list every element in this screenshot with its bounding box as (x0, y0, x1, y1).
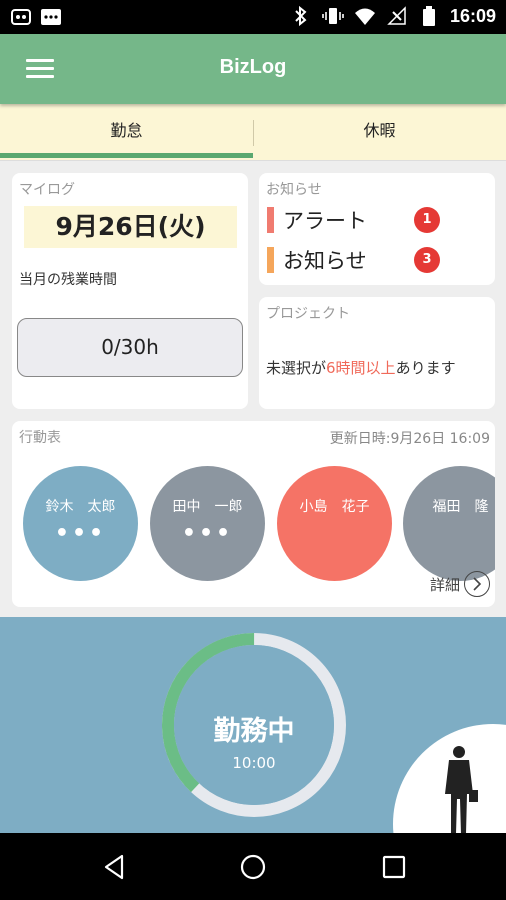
schedule-label: 行動表 (19, 430, 61, 446)
wifi-icon (354, 5, 376, 27)
schedule-updated-time: 更新日時:9月26日 16:09 (329, 431, 490, 447)
person-name: 田中 一郎 (172, 499, 243, 515)
schedule-card: 行動表 更新日時:9月26日 16:09 鈴木 太郎 ••• 田中 一郎 •••… (12, 421, 495, 607)
no-signal-icon (386, 5, 408, 27)
overtime-label: 当月の残業時間 (19, 272, 117, 288)
schedule-detail-link[interactable]: 詳細 (430, 571, 490, 597)
battery-icon (418, 5, 440, 27)
project-label: プロジェクト (266, 306, 350, 322)
businessman-icon (445, 746, 478, 833)
notice-row[interactable]: お知らせ 3 (267, 246, 440, 274)
alert-color-bar (267, 207, 274, 233)
project-card[interactable]: プロジェクト 未選択が6時間以上あります (259, 297, 495, 409)
home-icon[interactable] (235, 849, 271, 885)
project-message: 未選択が6時間以上あります (266, 357, 456, 378)
person-card[interactable]: 小島 花子 (277, 466, 392, 581)
app-bar: BizLog (0, 34, 506, 104)
person-status: ••• (54, 521, 107, 546)
system-nav-bar (0, 833, 506, 900)
work-status-button[interactable]: 勤務中 10:00 (161, 632, 347, 818)
work-status-label: 勤務中 (213, 716, 295, 747)
active-tab-indicator (0, 153, 253, 158)
illustration-circle (393, 724, 506, 833)
mylog-card: マイログ 9月26日(火) 当月の残業時間 0/30h (12, 173, 248, 409)
person-name: 鈴木 太郎 (45, 499, 116, 515)
person-card[interactable]: 鈴木 太郎 ••• (23, 466, 138, 581)
current-date: 9月26日(火) (24, 206, 237, 248)
vibrate-icon (322, 5, 344, 27)
mylog-label: マイログ (19, 182, 75, 198)
person-name: 福田 隆 (432, 499, 489, 515)
work-start-time: 10:00 (232, 754, 276, 772)
notices-label: お知らせ (266, 182, 322, 198)
recents-icon[interactable] (376, 849, 412, 885)
project-message-post: あります (395, 359, 456, 377)
notification-app-icon (10, 6, 32, 28)
alert-row[interactable]: アラート 1 (267, 206, 440, 234)
project-message-pre: 未選択が (266, 359, 327, 377)
bluetooth-icon (290, 5, 312, 27)
person-card[interactable]: 福田 隆 (403, 466, 495, 581)
back-icon[interactable] (96, 849, 132, 885)
notice-color-bar (267, 247, 274, 273)
more-notifications-icon (40, 6, 62, 28)
clock: 16:09 (449, 5, 496, 26)
notice-count-badge: 3 (414, 247, 440, 273)
status-bar: 16:09 (0, 0, 506, 34)
detail-label: 詳細 (429, 575, 460, 594)
notice-label: お知らせ (283, 249, 367, 273)
person-status: ••• (181, 521, 234, 546)
notices-card: お知らせ アラート 1 お知らせ 3 (259, 173, 495, 285)
app-title: BizLog (219, 56, 287, 78)
alert-label: アラート (283, 209, 367, 233)
alert-count-badge: 1 (414, 207, 440, 233)
tab-vacation[interactable]: 休暇 (253, 104, 506, 160)
work-status-panel: 勤務中 10:00 (0, 617, 506, 833)
overtime-button[interactable]: 0/30h (17, 318, 243, 377)
chevron-right-icon (464, 571, 490, 597)
project-message-highlight: 6時間以上 (326, 359, 396, 377)
person-name: 小島 花子 (299, 499, 370, 515)
person-card[interactable]: 田中 一郎 ••• (150, 466, 265, 581)
tab-attendance[interactable]: 勤怠 (0, 104, 253, 160)
